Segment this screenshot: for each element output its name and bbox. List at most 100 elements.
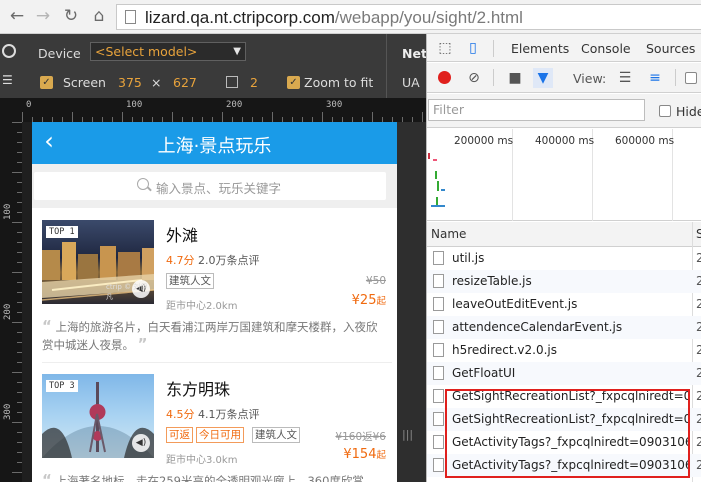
item-divider: [42, 362, 392, 363]
column-header-name[interactable]: Name: [431, 227, 466, 241]
record-icon[interactable]: [438, 71, 451, 84]
hide-data-urls-checkbox[interactable]: [659, 105, 671, 117]
request-name[interactable]: util.js: [452, 251, 689, 265]
times-symbol: ×: [151, 75, 162, 90]
file-icon: [433, 366, 444, 380]
request-row[interactable]: GetFloatUI 2: [427, 362, 701, 385]
ruler-top-label: 200: [226, 100, 243, 110]
sight-price: ¥25起: [352, 293, 386, 308]
sight-name[interactable]: 外滩: [166, 222, 198, 246]
sight-list-item[interactable]: TOP 1 ◀) ctrip © 刘伊凡 外滩 4.7分 2.0万条点评 建筑人…: [42, 220, 392, 353]
reload-icon[interactable]: ↻: [60, 5, 82, 27]
request-row[interactable]: leaveOutEditEvent.js 2: [427, 293, 701, 316]
request-name[interactable]: h5redirect.v2.0.js: [452, 343, 689, 357]
request-name[interactable]: resizeTable.js: [452, 274, 689, 288]
price-value: ¥25: [351, 293, 377, 308]
column-header-status[interactable]: S: [696, 227, 701, 241]
rank-badge: TOP 1: [46, 226, 78, 238]
quote-open-icon: “: [42, 471, 52, 482]
sight-thumbnail[interactable]: TOP 1 ◀) ctrip © 刘伊凡: [42, 220, 154, 304]
search-placeholder: 输入景点、玩乐关键字: [156, 181, 282, 196]
sight-price: ¥154起: [343, 447, 386, 462]
screen-width-value[interactable]: 375: [118, 75, 142, 90]
settings-lines-icon[interactable]: ☰: [2, 73, 13, 87]
page-title: 上海·景点玩乐: [157, 136, 272, 157]
inspect-element-icon[interactable]: ⬚: [435, 38, 455, 58]
description-text: 上海的旅游名片，白天看浦江两岸万国建筑和摩天楼群，入夜欣赏中城迷人夜景。: [42, 320, 378, 352]
search-input[interactable]: 输入景点、玩乐关键字: [34, 172, 386, 200]
zoom-to-fit-checkbox[interactable]: ✓: [287, 76, 300, 89]
screen-height-value[interactable]: 627: [173, 75, 197, 90]
request-status: 2: [696, 412, 701, 426]
sight-tag: 建筑人文: [166, 273, 214, 289]
ruler-top-label: 100: [126, 100, 143, 110]
filter-icon[interactable]: ▼: [533, 68, 553, 88]
ruler-tick: [12, 322, 22, 323]
address-bar[interactable]: lizard.qa.nt.ctripcorp.com/webapp/you/si…: [116, 4, 701, 30]
request-row[interactable]: util.js 2: [427, 247, 701, 270]
ruler-gutter: [22, 122, 32, 482]
sight-description: “ 上海著名地标，走在259米高的全透明观光廊上，360度欣赏: [42, 472, 387, 482]
timeline-request-bar: [433, 159, 437, 161]
request-status: 2: [696, 458, 701, 472]
request-row[interactable]: resizeTable.js 2: [427, 270, 701, 293]
sight-description: “ 上海的旅游名片，白天看浦江两岸万国建筑和摩天楼群，入夜欣赏中城迷人夜景。 ”: [42, 318, 387, 354]
ruler-top: 0 100 200 300: [0, 98, 426, 122]
no-throttle-icon[interactable]: [2, 44, 16, 58]
mobile-viewport: ‹ 上海·景点玩乐 输入景点、玩乐关键字 TOP 1 ◀) ctrip © 刘伊…: [32, 122, 397, 482]
filter-input[interactable]: Filter: [428, 99, 645, 121]
request-name[interactable]: leaveOutEditEvent.js: [452, 297, 689, 311]
forward-arrow-icon[interactable]: →: [32, 5, 54, 27]
timeline-request-bar: [428, 153, 430, 159]
ruler-tick: [12, 372, 22, 373]
dpr-value[interactable]: 2: [250, 75, 258, 90]
screen-label: Screen: [63, 75, 106, 90]
review-count: 4.1万条点评: [198, 408, 260, 421]
ruler-tick: [272, 112, 273, 122]
price-suffix: 起: [376, 296, 386, 307]
device-model-select[interactable]: <Select model> ▼: [90, 42, 246, 61]
device-mode-icon[interactable]: ▯: [463, 38, 483, 58]
tab-sources[interactable]: Sources: [646, 41, 695, 56]
tab-console[interactable]: Console: [581, 41, 631, 56]
device-emulation-bar: ☰ Device <Select model> ▼ ✓ Screen 375 ×…: [0, 34, 438, 98]
request-row[interactable]: h5redirect.v2.0.js 2: [427, 339, 701, 362]
request-name[interactable]: GetFloatUI: [452, 366, 689, 380]
preserve-log-checkbox[interactable]: [685, 72, 697, 84]
file-icon: [433, 297, 444, 311]
screen-checkbox[interactable]: ✓: [40, 76, 53, 89]
resize-handle-icon[interactable]: |||: [402, 428, 413, 441]
request-row[interactable]: attendenceCalendarEvent.js 2: [427, 316, 701, 339]
score-value: 4.5分: [166, 408, 195, 421]
sight-thumbnail[interactable]: TOP 3 ◀): [42, 374, 154, 458]
dpr-icon: [226, 76, 238, 88]
request-name[interactable]: attendenceCalendarEvent.js: [452, 320, 689, 334]
distance-text: 距市中心3.0km: [166, 455, 238, 466]
timeline-label: 600000 ms: [615, 135, 675, 147]
score-value: 4.7分: [166, 254, 195, 267]
network-panel-tab[interactable]: Netw UA: [386, 34, 438, 98]
back-arrow-icon[interactable]: ←: [6, 5, 28, 27]
tab-elements[interactable]: Elements: [511, 41, 569, 56]
audio-guide-icon[interactable]: ◀): [132, 434, 150, 452]
search-icon: [137, 178, 149, 190]
clear-icon[interactable]: ⊘: [464, 68, 484, 88]
file-icon: [433, 458, 444, 472]
network-timeline-overview[interactable]: 200000 ms 400000 ms 600000 ms: [427, 129, 701, 221]
ruler-left-label: 300: [3, 403, 13, 420]
video-capture-icon[interactable]: ■: [505, 68, 525, 88]
zoom-to-fit-label: Zoom to fit: [304, 75, 374, 90]
ruler-left-label: 200: [3, 303, 13, 320]
waterfall-view-icon[interactable]: ≡: [645, 68, 665, 88]
url-text[interactable]: lizard.qa.nt.ctripcorp.com/webapp/you/si…: [145, 8, 523, 28]
list-view-icon[interactable]: ☰: [615, 68, 635, 88]
sight-list-item[interactable]: TOP 3 ◀) 东方明珠 4.5分 4.1万条点评 可返 今日可用 建筑人文 …: [42, 374, 392, 482]
file-icon: [433, 251, 444, 265]
ruler-left: 100 200 300: [0, 122, 22, 482]
home-icon[interactable]: ⌂: [88, 5, 110, 27]
ruler-tick: [372, 112, 373, 122]
sight-name[interactable]: 东方明珠: [166, 376, 230, 400]
hide-label: Hide: [676, 104, 701, 119]
sight-tag: 建筑人文: [252, 427, 300, 443]
sight-score: 4.7分 2.0万条点评: [166, 252, 260, 268]
